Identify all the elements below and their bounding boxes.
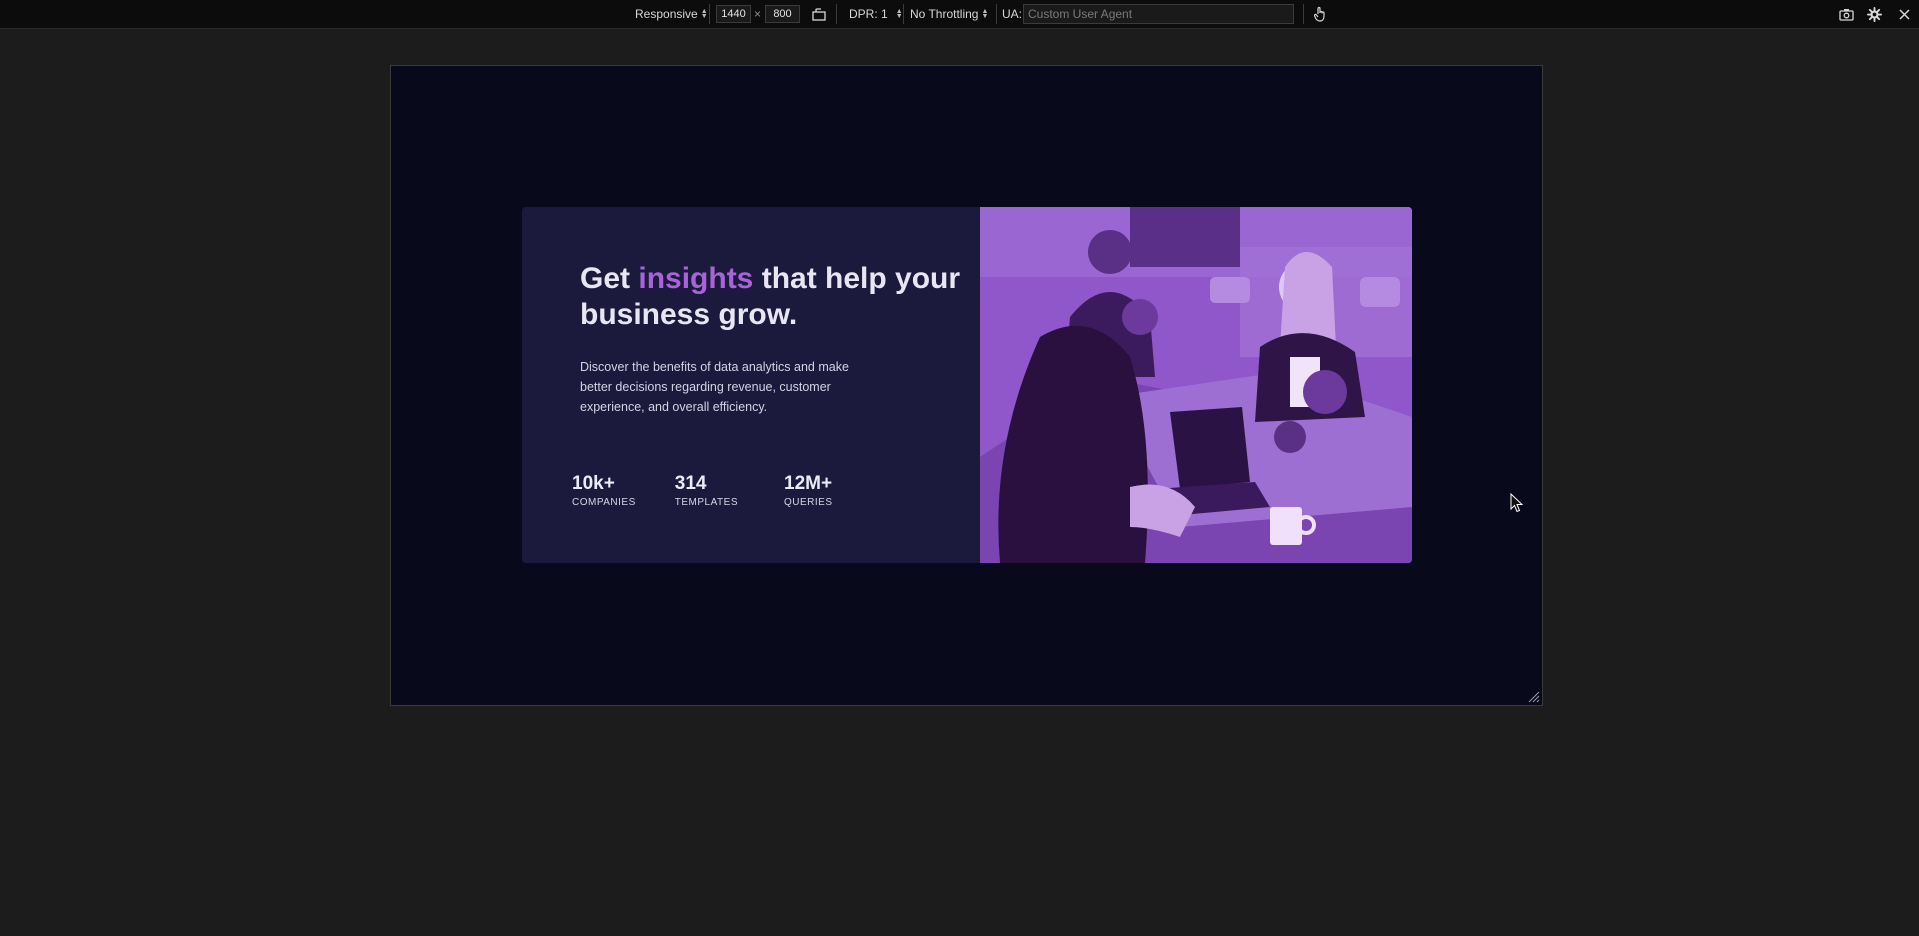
stats-preview-card: Get insights that help your business gro… [522,207,1412,563]
hero-photo-illustration [980,207,1412,563]
stats-row: 10k+ COMPANIES 314 TEMPLATES 12M+ QUERIE… [572,473,872,508]
select-arrows-icon: ▲ ▼ [981,8,989,20]
dpr-select[interactable]: DPR: 1 ▲ ▼ [849,0,903,28]
close-responsive-mode-button[interactable] [1896,0,1912,28]
toolbar-divider [836,4,837,24]
settings-icon [1866,6,1882,22]
user-agent-input[interactable]: Custom User Agent [1023,4,1294,24]
throttling-select[interactable]: No Throttling ▲ ▼ [910,0,988,28]
headline-text: Get [580,262,639,295]
rotate-viewport-button[interactable] [810,0,828,28]
screenshot-button[interactable] [1837,0,1855,28]
stat-value: 10k+ [572,473,615,494]
card-content: Get insights that help your business gro… [580,261,970,417]
card-description: Discover the benefits of data analytics … [580,360,849,414]
toolbar-divider [996,4,997,24]
select-arrows-icon: ▲ ▼ [895,8,903,20]
mouse-cursor-icon [1510,493,1524,513]
stat-item: 10k+ COMPANIES [572,473,636,508]
device-select[interactable]: Responsive ▲ ▼ [635,0,708,28]
settings-button[interactable] [1865,0,1883,28]
close-icon [1898,8,1910,20]
rotate-icon [812,7,826,21]
device-select-label: Responsive [635,7,698,21]
resize-handle-icon[interactable] [1528,691,1540,703]
headline-accent: insights [638,262,754,295]
toolbar-divider [709,4,710,24]
dimension-separator: × [754,7,762,21]
card-headline: Get insights that help your business gro… [580,261,970,333]
stat-item: 12M+ QUERIES [784,473,833,508]
select-arrows-icon: ▲ ▼ [700,8,708,20]
dpr-select-label: DPR: 1 [849,7,888,21]
stat-label: COMPANIES [572,497,636,508]
touch-simulation-button[interactable] [1311,0,1329,28]
screenshot-icon [1838,8,1854,21]
viewport-height-input[interactable]: 800 [765,5,800,23]
viewport-width-input[interactable]: 1440 [716,5,751,23]
touch-icon [1313,6,1325,22]
responsive-design-toolbar: Responsive ▲ ▼ 1440 × 800 DPR: 1 ▲ ▼ No Th… [0,0,1919,29]
throttling-select-label: No Throttling [910,7,979,21]
stat-value: 12M+ [784,473,833,494]
stat-label: TEMPLATES [674,497,738,508]
stat-item: 314 TEMPLATES [675,473,738,508]
stat-label: QUERIES [784,497,833,508]
stat-value: 314 [674,473,707,494]
toolbar-divider [903,4,904,24]
user-agent-label: UA: [1002,7,1023,21]
hero-image [980,207,1412,563]
toolbar-divider [1303,4,1304,24]
responsive-viewport: Get insights that help your business gro… [390,65,1543,706]
